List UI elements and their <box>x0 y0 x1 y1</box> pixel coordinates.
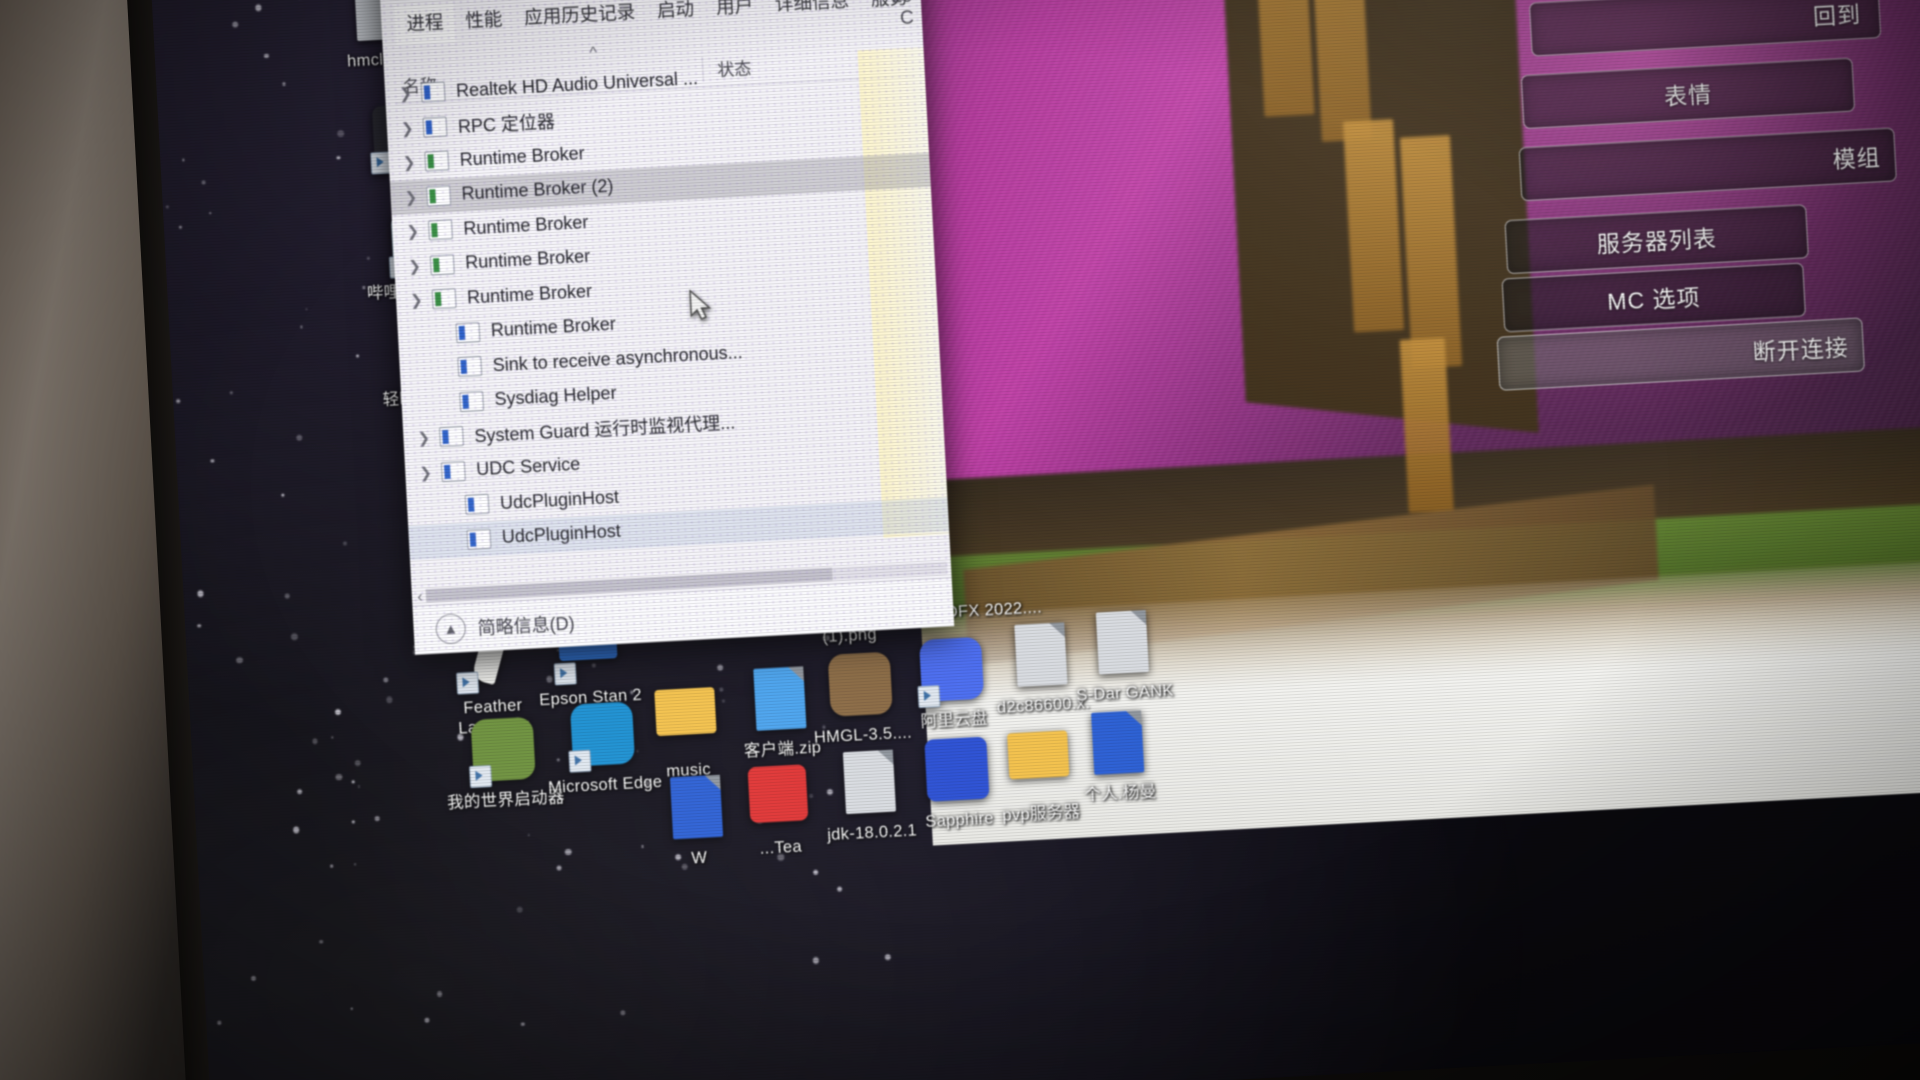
process-icon <box>455 321 481 343</box>
process-icon <box>426 185 452 207</box>
process-icon <box>457 356 483 378</box>
process-icon <box>427 219 453 241</box>
desktop-icon-glyph <box>1083 710 1152 779</box>
process-icon <box>422 116 448 138</box>
minecraft-game-window: BADL 回到 表情 模组 服务器列表 MC 选项 断开连接 <box>881 0 1920 846</box>
desktop-icon-glyph <box>826 651 895 721</box>
row-indent-spacer <box>436 367 458 368</box>
process-icon <box>459 390 485 412</box>
process-name: RPC 定位器 <box>457 111 556 137</box>
shortcut-overlay-icon <box>456 671 480 695</box>
desktop-icon[interactable]: 个人.杨曼 <box>1053 706 1184 807</box>
tab-3[interactable]: 启动 <box>645 0 706 32</box>
process-name: UdcPluginHost <box>501 521 622 548</box>
fewer-details-label: 简略信息(D) <box>477 613 576 639</box>
chevron-right-icon[interactable]: ❯ <box>406 222 429 241</box>
chevron-right-icon[interactable]: ❯ <box>408 256 431 276</box>
chevron-right-icon[interactable]: ❯ <box>410 291 433 310</box>
tab-1[interactable]: 性能 <box>453 0 514 42</box>
desktop-icon-glyph <box>651 687 720 756</box>
chevron-right-icon[interactable]: ❯ <box>402 153 425 172</box>
shortcut-overlay-icon <box>553 662 577 686</box>
chevron-right-icon[interactable]: ❯ <box>417 429 440 448</box>
desktop-icon-glyph <box>1088 609 1157 679</box>
tab-4[interactable]: 用户 <box>704 0 765 28</box>
process-name: Runtime Broker <box>459 142 586 170</box>
chevron-right-icon[interactable]: ❯ <box>399 84 422 104</box>
tab-5[interactable]: 详细信息 <box>763 0 861 25</box>
shortcut-overlay-icon <box>568 749 592 773</box>
desktop-icon[interactable]: W <box>632 771 763 872</box>
process-icon <box>438 426 464 448</box>
screenshot-root: BADL 回到 表情 模组 服务器列表 MC 选项 断开连接 hmcl.json… <box>0 0 1920 1080</box>
desktop-icon-glyph <box>917 636 986 709</box>
process-name: Runtime Broker <box>490 313 617 341</box>
desktop-icon-glyph <box>662 774 731 843</box>
row-indent-spacer <box>438 402 460 403</box>
monitor-screen: BADL 回到 表情 模组 服务器列表 MC 选项 断开连接 hmcl.json… <box>150 0 1920 1080</box>
process-name: Runtime Broker <box>464 246 591 273</box>
cpu-label: C <box>899 7 915 30</box>
task-manager-window: 任务管理器 文件(F) 选项(O) 查看(V) 进程性能应用历史记录启动用户详细… <box>376 0 955 655</box>
desktop-icon-glyph <box>469 716 538 789</box>
row-indent-spacer <box>443 505 465 506</box>
minecraft-blur <box>881 0 1920 846</box>
process-name: UdcPluginHost <box>499 486 620 513</box>
tab-0[interactable]: 进程 <box>394 2 456 45</box>
column-header-cpu-value[interactable]: 29 C <box>891 0 914 31</box>
row-indent-spacer <box>445 540 467 541</box>
process-name: Runtime Broker <box>462 211 589 239</box>
process-icon <box>420 81 446 103</box>
desktop-icon[interactable]: S-Dar GANK <box>1058 606 1189 707</box>
shortcut-overlay-icon <box>917 685 941 709</box>
process-icon <box>464 493 490 516</box>
chevron-up-circle-icon[interactable]: ▲ <box>434 613 467 645</box>
process-icon <box>424 150 450 172</box>
chevron-right-icon[interactable]: ❯ <box>419 463 442 482</box>
process-icon <box>429 253 455 276</box>
chevron-right-icon[interactable]: ❯ <box>401 118 424 138</box>
process-name: Sysdiag Helper <box>494 383 617 410</box>
process-icon <box>466 528 492 550</box>
process-list[interactable]: ❯ Realtek HD Audio Universal ... ❯ RPC 定位器 ❯… <box>384 49 950 583</box>
process-icon <box>440 460 466 482</box>
chevron-right-icon[interactable]: ❯ <box>404 187 427 207</box>
process-name: Runtime Broker (2) <box>461 175 614 204</box>
process-icon <box>431 288 457 310</box>
process-name: UDC Service <box>475 454 581 480</box>
row-indent-spacer <box>434 333 456 334</box>
process-name: Runtime Broker <box>466 280 593 308</box>
shortcut-overlay-icon <box>469 764 493 789</box>
